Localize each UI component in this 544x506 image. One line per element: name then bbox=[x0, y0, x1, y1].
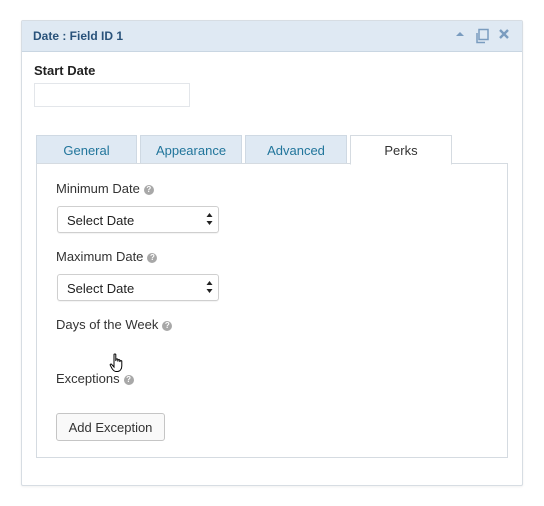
perks-tab-panel: Minimum Date? Select Date Maximum Date? … bbox=[36, 163, 508, 458]
field-settings-panel: Date : Field ID 1 Start Date General App… bbox=[21, 20, 523, 486]
days-of-week-label: Days of the Week bbox=[56, 317, 159, 332]
minimum-date-label: Minimum Date bbox=[56, 181, 140, 196]
select-arrows-icon bbox=[206, 281, 213, 293]
duplicate-icon[interactable] bbox=[474, 28, 490, 44]
settings-tabs: General Appearance Advanced Perks bbox=[36, 135, 455, 165]
tab-advanced[interactable]: Advanced bbox=[245, 135, 347, 164]
exceptions-setting: Exceptions? bbox=[56, 371, 134, 386]
close-icon[interactable] bbox=[496, 28, 512, 44]
help-icon[interactable]: ? bbox=[123, 375, 134, 385]
tab-general[interactable]: General bbox=[36, 135, 137, 164]
exceptions-label: Exceptions bbox=[56, 371, 120, 386]
header-icons bbox=[452, 28, 512, 44]
tab-perks[interactable]: Perks bbox=[350, 135, 452, 165]
panel-title: Date : Field ID 1 bbox=[33, 29, 124, 43]
maximum-date-value: Select Date bbox=[67, 281, 135, 296]
collapse-arrow-icon[interactable] bbox=[452, 28, 468, 44]
select-arrows-icon bbox=[206, 213, 213, 225]
panel-header[interactable]: Date : Field ID 1 bbox=[22, 21, 522, 52]
maximum-date-setting: Maximum Date? bbox=[56, 249, 158, 264]
field-label: Start Date bbox=[34, 63, 96, 78]
days-of-week-setting: Days of the Week? bbox=[56, 317, 173, 332]
maximum-date-select[interactable]: Select Date bbox=[57, 274, 219, 301]
help-icon[interactable]: ? bbox=[143, 185, 154, 195]
hand-cursor-icon bbox=[109, 353, 123, 372]
tab-appearance[interactable]: Appearance bbox=[140, 135, 242, 164]
help-icon[interactable]: ? bbox=[147, 253, 158, 263]
add-exception-button[interactable]: Add Exception bbox=[56, 413, 165, 441]
minimum-date-select[interactable]: Select Date bbox=[57, 206, 219, 233]
start-date-input[interactable] bbox=[34, 83, 190, 107]
minimum-date-setting: Minimum Date? bbox=[56, 181, 154, 196]
help-icon[interactable]: ? bbox=[162, 321, 173, 331]
minimum-date-value: Select Date bbox=[67, 213, 135, 228]
maximum-date-label: Maximum Date bbox=[56, 249, 144, 264]
